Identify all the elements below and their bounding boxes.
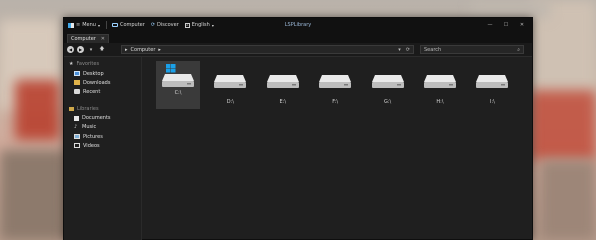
address-path[interactable]: Computer <box>131 47 156 53</box>
windows-logo-icon <box>166 64 176 73</box>
language-label: English <box>191 22 210 28</box>
computer-label: Computer <box>119 22 145 28</box>
minimize-button[interactable]: — <box>482 18 498 32</box>
window-title: LSPLibrary <box>284 22 312 28</box>
navigation-pane: ★ Favorites Desktop Downloads Recent Lib… <box>64 57 142 240</box>
hard-drive-icon <box>266 75 299 88</box>
title-bar: ≡ Menu ▾ Computer ⟳ Discover A English ▾… <box>64 18 532 32</box>
computer-icon <box>111 23 118 27</box>
arrow-left-icon: ◀ <box>68 47 73 52</box>
tab-label: Computer <box>71 36 96 42</box>
drive-item[interactable]: I:\ <box>470 61 514 109</box>
close-button[interactable]: ✕ <box>514 18 530 32</box>
address-dropdown-icon[interactable]: ▾ <box>398 47 401 53</box>
navigation-bar: ◀ ▶ ▾ 🡅 ▸ Computer ▸ ▾ ⟳ Search ⌕ <box>64 43 532 57</box>
discover-icon: ⟳ <box>150 22 156 28</box>
drive-item[interactable]: F:\ <box>313 61 357 109</box>
explorer-window: ≡ Menu ▾ Computer ⟳ Discover A English ▾… <box>63 17 533 240</box>
refresh-icon[interactable]: ⟳ <box>406 47 410 53</box>
back-button[interactable]: ◀ <box>67 46 74 53</box>
sidebar-item-music[interactable]: ♪ Music <box>64 123 141 132</box>
chevron-down-icon: ▾ <box>211 22 214 28</box>
star-icon: ★ <box>69 61 74 67</box>
chevron-right-icon[interactable]: ▸ <box>158 47 161 53</box>
documents-icon <box>74 115 79 121</box>
hard-drive-icon <box>319 75 352 88</box>
chevron-down-icon: ▾ <box>97 22 100 28</box>
hard-drive-icon <box>162 64 194 87</box>
search-input[interactable]: Search ⌕ <box>420 45 524 54</box>
drive-label: D:\ <box>226 99 234 105</box>
sidebar-item-desktop[interactable]: Desktop <box>64 69 141 78</box>
sidebar-item-videos[interactable]: Videos <box>64 141 141 150</box>
menu-label: Menu <box>82 22 96 28</box>
arrow-right-icon: ▶ <box>78 47 83 52</box>
forward-button[interactable]: ▶ <box>77 46 84 53</box>
drives-view: C:\ D:\ E:\ F:\ G:\ H:\ I:\ <box>142 57 532 240</box>
up-button[interactable]: 🡅 <box>98 46 106 54</box>
language-button[interactable]: A English ▾ <box>184 22 214 28</box>
drive-item[interactable]: E:\ <box>261 61 305 109</box>
menu-icon: ≡ <box>76 22 81 28</box>
sidebar-item-documents[interactable]: Documents <box>64 114 141 123</box>
downloads-icon <box>74 80 80 86</box>
videos-icon <box>74 143 80 149</box>
search-placeholder: Search <box>424 46 442 53</box>
app-logo-icon <box>68 22 74 28</box>
drive-item[interactable]: D:\ <box>208 61 252 109</box>
desktop-icon <box>74 71 80 77</box>
language-icon: A <box>184 22 190 28</box>
hard-drive-icon <box>476 75 509 88</box>
drive-item[interactable]: C:\ <box>156 61 200 109</box>
drive-label: E:\ <box>279 99 287 105</box>
tab-computer[interactable]: Computer ✕ <box>67 34 109 43</box>
drive-label: F:\ <box>332 99 339 105</box>
drive-label: I:\ <box>489 99 495 105</box>
drive-label: H:\ <box>436 99 444 105</box>
drive-label: C:\ <box>174 90 182 96</box>
maximize-button[interactable]: ☐ <box>498 18 514 32</box>
divider <box>105 21 107 29</box>
history-dropdown[interactable]: ▾ <box>87 47 95 53</box>
sidebar-item-pictures[interactable]: Pictures <box>64 132 141 141</box>
hard-drive-icon <box>424 75 456 88</box>
hard-drive-icon <box>371 75 404 88</box>
search-icon[interactable]: ⌕ <box>517 47 520 53</box>
drive-label: G:\ <box>383 99 392 105</box>
drive-item[interactable]: H:\ <box>418 61 462 109</box>
menu-button[interactable]: ≡ Menu ▾ <box>68 22 100 28</box>
close-icon[interactable]: ✕ <box>101 36 105 42</box>
window-controls: — ☐ ✕ <box>482 18 530 32</box>
hard-drive-icon <box>214 75 247 88</box>
libraries-header[interactable]: Libraries <box>64 104 141 114</box>
computer-button[interactable]: Computer <box>111 22 145 28</box>
address-bar[interactable]: ▸ Computer ▸ ▾ ⟳ <box>121 45 414 54</box>
drive-item[interactable]: G:\ <box>366 61 410 109</box>
pictures-icon <box>74 134 80 140</box>
music-icon: ♪ <box>74 123 78 130</box>
favorites-header[interactable]: ★ Favorites <box>64 59 141 69</box>
address-root-icon[interactable]: ▸ <box>125 47 128 53</box>
discover-button[interactable]: ⟳ Discover <box>151 22 179 28</box>
discover-label: Discover <box>157 22 179 28</box>
libraries-icon <box>69 106 74 111</box>
recent-icon <box>74 89 80 95</box>
sidebar-item-recent[interactable]: Recent <box>64 87 141 96</box>
sidebar-item-downloads[interactable]: Downloads <box>64 78 141 87</box>
tab-bar: Computer ✕ <box>64 32 532 43</box>
